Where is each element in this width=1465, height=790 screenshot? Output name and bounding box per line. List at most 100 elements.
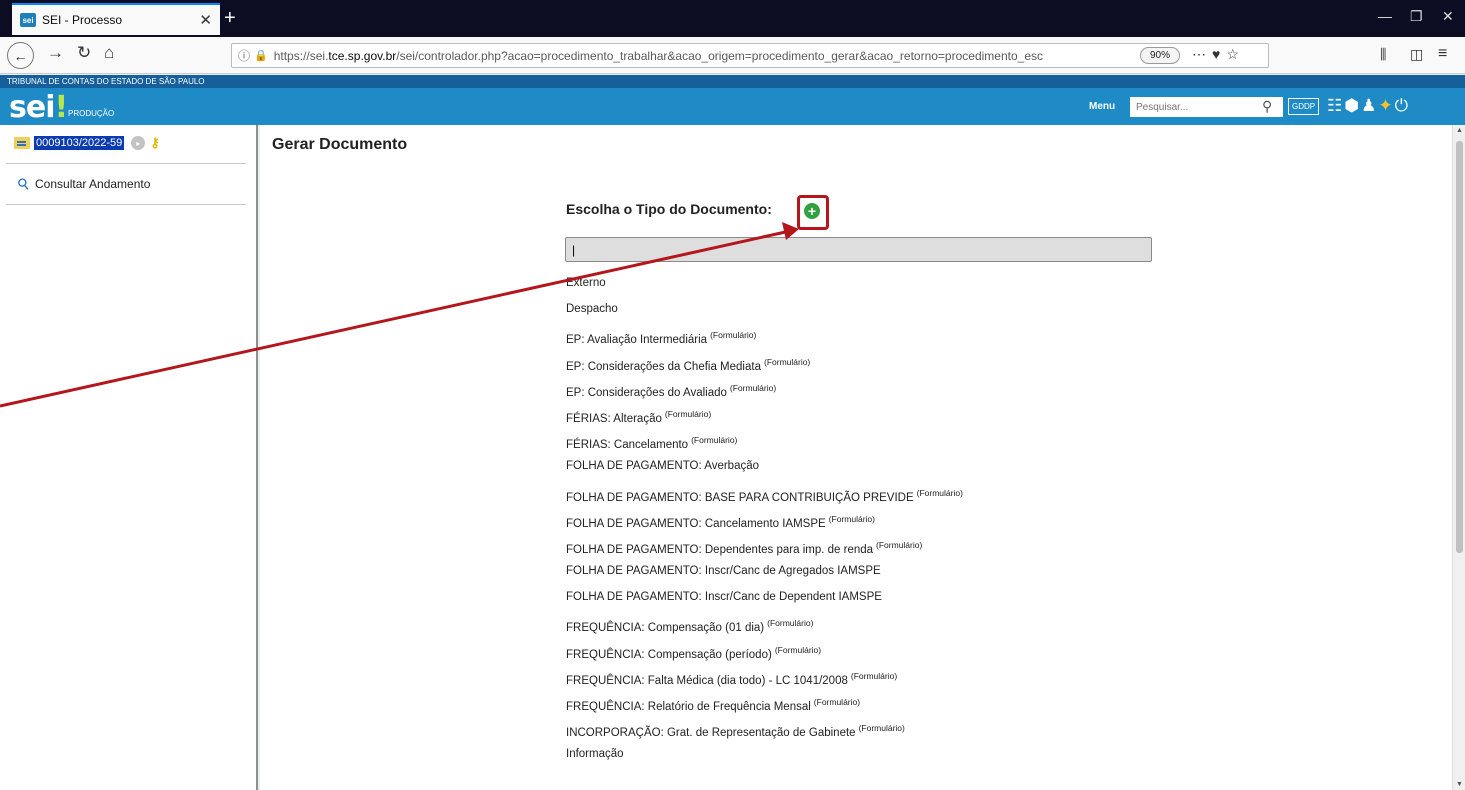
next-icon[interactable]: ▸ xyxy=(131,136,146,150)
search-input[interactable] xyxy=(1130,97,1283,117)
alert-icon: ⬢ xyxy=(1344,96,1362,115)
document-type-item[interactable]: FOLHA DE PAGAMENTO: Dependentes para imp… xyxy=(566,537,963,563)
document-type-list: Externo Despacho EP: Avaliação Intermediár… xyxy=(566,275,963,773)
document-type-item[interactable]: EP: Avaliação Intermediária (Formulário) xyxy=(566,327,963,353)
document-type-label: Informação xyxy=(566,748,624,761)
url-path: /sei/controlador.php?acao=procedimento_t… xyxy=(396,48,1043,63)
minimize-icon[interactable]: — xyxy=(1378,8,1392,24)
sei-favicon-icon: sei xyxy=(20,13,36,27)
info-icon[interactable]: ⓘ xyxy=(238,47,250,64)
annotation-highlight-box xyxy=(797,195,829,230)
document-type-label: FOLHA DE PAGAMENTO: Cancelamento IAMSPE xyxy=(566,517,826,530)
document-type-label: FREQUÊNCIA: Falta Médica (dia todo) - LC… xyxy=(566,674,848,687)
menu-link[interactable]: Menu xyxy=(1089,101,1115,112)
process-tree-root[interactable]: 0009103/2022-59 ▸ ⚷ xyxy=(14,135,160,151)
document-type-label: Externo xyxy=(566,277,606,289)
window-close-icon[interactable]: ✕ xyxy=(1442,8,1454,25)
browser-tab[interactable]: sei SEI - Processo ✕ xyxy=(12,3,220,35)
form-tag: (Formulário) xyxy=(858,723,905,734)
new-tab-icon[interactable]: + xyxy=(224,7,236,30)
folder-icon xyxy=(14,137,30,149)
environment-label: PRODUÇÃO xyxy=(68,109,115,118)
search-icon[interactable]: ⚲ xyxy=(1262,98,1272,115)
sei-logo[interactable]: sei! xyxy=(9,90,68,125)
choose-type-label: Escolha o Tipo do Documento: xyxy=(566,201,772,217)
magnifier-icon: ⚲ xyxy=(14,174,34,195)
restore-icon[interactable]: ❐ xyxy=(1410,8,1423,25)
document-type-item[interactable]: FOLHA DE PAGAMENTO: Averbação xyxy=(566,458,963,484)
forward-arrow-icon[interactable]: → xyxy=(47,43,64,63)
lock-icon[interactable]: 🔒 xyxy=(254,49,268,62)
form-tag: (Formulário) xyxy=(729,382,777,393)
document-type-label: EP: Considerações da Chefia Mediata xyxy=(566,360,761,373)
document-type-label: EP: Considerações do Avaliado xyxy=(566,386,727,399)
divider xyxy=(6,204,246,205)
form-tag: (Formulário) xyxy=(774,644,822,655)
home-icon[interactable]: ⌂ xyxy=(104,43,114,63)
document-type-item[interactable]: EP: Considerações da Chefia Mediata (Form… xyxy=(566,354,963,380)
consult-progress-label: Consultar Andamento xyxy=(35,177,151,191)
scroll-thumb[interactable] xyxy=(1456,141,1463,553)
document-type-label: EP: Avaliação Intermediária xyxy=(566,334,708,347)
document-type-item[interactable]: FREQUÊNCIA: Compensação (período) (Formul… xyxy=(566,642,963,668)
document-type-filter-input[interactable] xyxy=(565,237,1152,262)
document-type-item[interactable]: Informação xyxy=(566,746,963,772)
document-type-item[interactable]: FOLHA DE PAGAMENTO: Inscr/Canc de Agrega… xyxy=(566,563,963,589)
form-tag: (Formulário) xyxy=(876,539,923,550)
page-actions-icon[interactable]: ⋯♥☆ xyxy=(1192,46,1245,63)
document-type-label: INCORPORAÇÃO: Grat. de Representação de … xyxy=(566,727,856,740)
document-type-label: FREQUÊNCIA: Relatório de Frequência Mens… xyxy=(566,701,811,713)
power-icon: ⏻ xyxy=(1394,96,1411,115)
main-content: Gerar Documento Escolha o Tipo do Docume… xyxy=(260,125,1452,790)
scrollbar[interactable]: ▲ ▼ xyxy=(1452,125,1465,790)
tab-title: SEI - Processo xyxy=(42,13,123,27)
user-icon: ♟ xyxy=(1361,96,1379,115)
document-type-item[interactable]: INCORPORAÇÃO: Grat. de Representação de … xyxy=(566,720,963,746)
document-type-item[interactable]: FOLHA DE PAGAMENTO: BASE PARA CONTRIBUIÇ… xyxy=(566,485,963,511)
list-icon: ☷ xyxy=(1327,96,1345,115)
process-number[interactable]: 0009103/2022-59 xyxy=(34,136,125,150)
document-type-item[interactable]: FOLHA DE PAGAMENTO: Inscr/Canc de Depend… xyxy=(566,589,963,615)
document-type-item[interactable]: EP: Considerações do Avaliado (Formulário… xyxy=(566,380,963,406)
unit-selector[interactable]: GDDP xyxy=(1288,98,1320,115)
document-type-label: FÉRIAS: Alteração xyxy=(566,412,662,425)
document-type-item[interactable]: FÉRIAS: Alteração (Formulário) xyxy=(566,406,963,432)
reload-icon[interactable]: ↻ xyxy=(77,43,91,63)
back-arrow-icon[interactable]: ← xyxy=(7,42,34,69)
page-title: Gerar Documento xyxy=(272,136,408,153)
form-tag: (Formulário) xyxy=(916,487,963,498)
library-icon[interactable]: ⫼ xyxy=(1380,46,1386,63)
form-tag: (Formulário) xyxy=(828,513,875,524)
consult-progress-link[interactable]: ⚲ Consultar Andamento xyxy=(14,174,151,194)
document-type-label: FOLHA DE PAGAMENTO: Dependentes para imp… xyxy=(566,543,874,556)
scroll-up-icon[interactable]: ▲ xyxy=(1456,127,1463,134)
document-type-item[interactable]: FREQUÊNCIA: Falta Médica (dia todo) - LC… xyxy=(566,668,963,694)
form-tag: (Formulário) xyxy=(763,356,811,367)
url-domain: tce.sp.gov.br xyxy=(328,48,397,63)
sidebar-toggle-icon[interactable]: ◫ xyxy=(1410,46,1423,63)
hamburger-menu-icon[interactable]: ≡ xyxy=(1438,45,1447,63)
document-type-item[interactable]: FREQUÊNCIA: Relatório de Frequência Mens… xyxy=(566,694,963,720)
document-type-item[interactable]: Despacho xyxy=(566,301,963,327)
header-actions[interactable]: ☷⬢♟✦⏻ xyxy=(1327,96,1410,116)
document-type-item[interactable]: FÉRIAS: Cancelamento (Formulário) xyxy=(566,432,963,458)
document-type-label: FOLHA DE PAGAMENTO: Inscr/Canc de Agrega… xyxy=(566,565,881,578)
sei-header: sei! PRODUÇÃO Menu ⚲ GDDP ☷⬢♟✦⏻ xyxy=(0,88,1465,125)
zoom-level-button[interactable]: 90% xyxy=(1140,47,1181,64)
document-type-label: FOLHA DE PAGAMENTO: Inscr/Canc de Depend… xyxy=(566,591,882,604)
document-type-label: FREQUÊNCIA: Compensação (01 dia) xyxy=(566,622,765,635)
form-tag: (Formulário) xyxy=(664,408,712,419)
form-tag: (Formulário) xyxy=(813,697,861,707)
form-tag: (Formulário) xyxy=(691,435,738,446)
close-tab-icon[interactable]: ✕ xyxy=(199,11,212,29)
document-type-label: FOLHA DE PAGAMENTO: BASE PARA CONTRIBUIÇ… xyxy=(566,491,914,504)
form-tag: (Formulário) xyxy=(767,618,814,629)
url-bar[interactable]: ⓘ 🔒 https://sei. tce.sp.gov.br/sei/contro… xyxy=(231,43,1269,68)
left-panel: 0009103/2022-59 ▸ ⚷ ⚲ Consultar Andament… xyxy=(0,125,258,790)
scroll-down-icon[interactable]: ▼ xyxy=(1456,781,1463,788)
document-type-item[interactable]: FOLHA DE PAGAMENTO: Cancelamento IAMSPE(… xyxy=(566,511,963,537)
document-type-item[interactable]: Externo xyxy=(566,275,963,301)
key-icon[interactable]: ⚷ xyxy=(150,135,160,151)
document-type-item[interactable]: FREQUÊNCIA: Compensação (01 dia) (Formulá… xyxy=(566,615,963,641)
document-type-label: FREQUÊNCIA: Compensação (período) xyxy=(566,648,772,661)
